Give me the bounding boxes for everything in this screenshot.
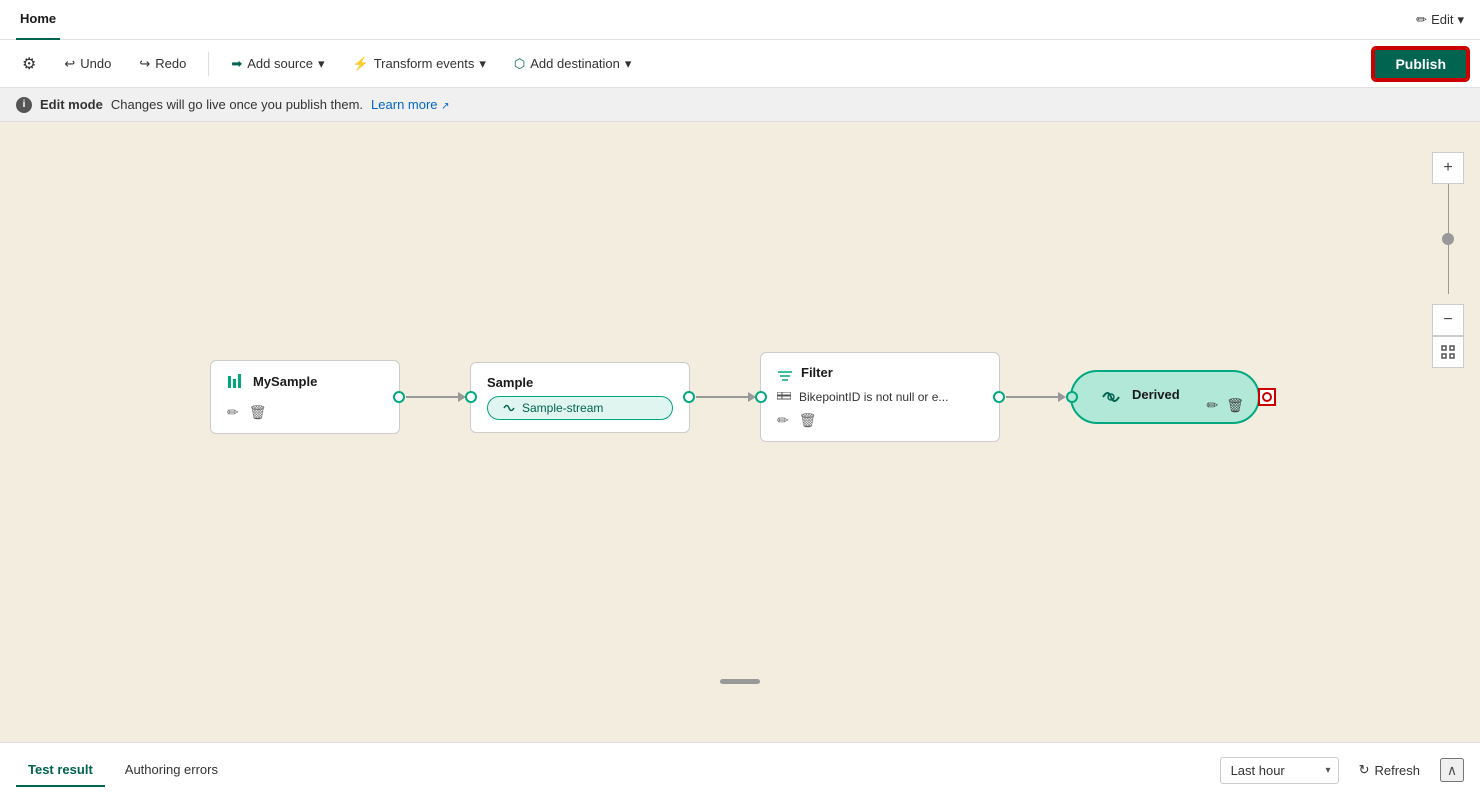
stream-pill: Sample-stream xyxy=(487,396,673,420)
filter-node[interactable]: Filter BikepointID is not null or e... ✏… xyxy=(760,352,1000,442)
filter-title: Filter xyxy=(801,365,833,380)
refresh-button[interactable]: ↻ Refresh xyxy=(1349,757,1430,783)
add-destination-button[interactable]: ⬡ Add destination ▾ xyxy=(504,51,642,77)
filter-edit-icon[interactable]: ✏ xyxy=(777,412,789,429)
sample-node[interactable]: Sample Sample-stream xyxy=(470,362,690,433)
edit-banner: i Edit mode Changes will go live once yo… xyxy=(0,88,1480,122)
derived-output-connector xyxy=(1262,392,1272,402)
add-source-button[interactable]: ➡ Add source ▾ xyxy=(221,51,334,77)
undo-icon: ↩ xyxy=(64,56,75,72)
mysample-edit-icon[interactable]: ✏ xyxy=(227,404,239,421)
mysample-output-connector xyxy=(393,391,405,403)
learn-more-text: Learn more xyxy=(371,97,437,112)
toolbar: ⚙ ↩ Undo ↪ Redo ➡ Add source ▾ ⚡ Transfo… xyxy=(0,40,1480,88)
sample-title: Sample xyxy=(487,375,673,390)
canvas[interactable]: + − xyxy=(0,122,1480,742)
time-select-wrapper: Last hour Last 24 hours Last 7 days ▾ xyxy=(1220,757,1339,784)
transform-chevron-icon: ▾ xyxy=(479,56,486,72)
derived-icon xyxy=(1100,386,1122,408)
publish-button[interactable]: Publish xyxy=(1373,48,1468,80)
external-link-icon: ↗ xyxy=(441,101,449,112)
redo-label: Redo xyxy=(155,56,186,71)
edit-mode-label: Edit mode xyxy=(40,97,103,112)
add-source-label: Add source xyxy=(247,56,313,71)
fit-view-button[interactable] xyxy=(1432,336,1464,368)
undo-label: Undo xyxy=(80,56,111,71)
gear-icon: ⚙ xyxy=(22,54,36,74)
add-destination-label: Add destination xyxy=(530,56,620,71)
info-icon: i xyxy=(16,97,32,113)
filter-icon xyxy=(777,368,793,384)
add-source-chevron-icon: ▾ xyxy=(318,56,325,72)
filter-condition-row: BikepointID is not null or e... xyxy=(777,390,983,404)
add-source-icon: ➡ xyxy=(231,56,242,72)
sample-output-connector xyxy=(683,391,695,403)
bottom-bar: Test result Authoring errors Last hour L… xyxy=(0,742,1480,797)
edit-button[interactable]: ✏ Edit ▾ xyxy=(1416,12,1464,28)
zoom-thumb xyxy=(1442,233,1454,245)
filter-condition: BikepointID is not null or e... xyxy=(799,390,948,404)
bottom-right: Last hour Last 24 hours Last 7 days ▾ ↻ … xyxy=(1220,757,1464,784)
learn-more-link[interactable]: Learn more ↗ xyxy=(371,97,450,112)
transform-events-label: Transform events xyxy=(374,56,475,71)
banner-message: Changes will go live once you publish th… xyxy=(111,97,363,112)
derived-node[interactable]: Derived ✏ 🗑 xyxy=(1070,370,1260,424)
stream-label: Sample-stream xyxy=(522,401,603,415)
arrow3-head xyxy=(1058,392,1066,402)
fit-icon xyxy=(1441,345,1455,359)
filter-input-connector xyxy=(755,391,767,403)
scroll-indicator xyxy=(720,679,760,684)
gear-button[interactable]: ⚙ xyxy=(12,49,46,79)
stream-icon xyxy=(502,401,516,415)
redo-icon: ↪ xyxy=(139,56,150,72)
tab-bar: Home ✏ Edit ▾ xyxy=(0,0,1480,40)
filter-delete-icon[interactable]: 🗑 xyxy=(799,412,817,429)
derived-delete-icon[interactable]: 🗑 xyxy=(1226,397,1244,414)
redo-button[interactable]: ↪ Redo xyxy=(129,51,196,77)
transform-events-button[interactable]: ⚡ Transform events ▾ xyxy=(343,51,496,77)
derived-edit-icon[interactable]: ✏ xyxy=(1206,397,1218,414)
mysample-delete-icon[interactable]: 🗑 xyxy=(249,404,267,421)
refresh-icon: ↻ xyxy=(1359,762,1370,778)
divider1 xyxy=(208,52,209,76)
time-select[interactable]: Last hour Last 24 hours Last 7 days xyxy=(1220,757,1339,784)
filter-output-connector xyxy=(993,391,1005,403)
zoom-slider[interactable] xyxy=(1448,184,1449,304)
tab-home[interactable]: Home xyxy=(16,0,60,40)
zoom-in-button[interactable]: + xyxy=(1432,152,1464,184)
tab-test-result[interactable]: Test result xyxy=(16,754,105,787)
chevron-down-icon: ▾ xyxy=(1457,12,1464,28)
flow-area: MySample ✏ 🗑 Sample Sample-stream xyxy=(210,352,1260,442)
sample-input-connector xyxy=(465,391,477,403)
mysample-node[interactable]: MySample ✏ 🗑 xyxy=(210,360,400,434)
destination-chevron-icon: ▾ xyxy=(625,56,632,72)
undo-button[interactable]: ↩ Undo xyxy=(54,51,121,77)
mysample-title: MySample xyxy=(253,374,317,389)
chevron-up-icon: ∧ xyxy=(1447,762,1457,779)
zoom-controls: + − xyxy=(1432,152,1464,368)
zoom-out-button[interactable]: − xyxy=(1432,304,1464,336)
zoom-track xyxy=(1448,184,1449,294)
derived-title: Derived xyxy=(1132,387,1180,402)
derived-input-connector xyxy=(1066,391,1078,403)
derived-actions: ✏ 🗑 xyxy=(1206,397,1244,414)
refresh-label: Refresh xyxy=(1374,763,1420,778)
derived-output-connector-box[interactable] xyxy=(1258,388,1276,406)
mysample-actions: ✏ 🗑 xyxy=(227,404,383,421)
filter-actions: ✏ 🗑 xyxy=(777,412,983,429)
table-icon xyxy=(777,392,791,402)
add-destination-icon: ⬡ xyxy=(514,56,525,72)
transform-icon: ⚡ xyxy=(353,56,369,72)
collapse-button[interactable]: ∧ xyxy=(1440,758,1464,782)
mysample-icon xyxy=(227,373,245,396)
tab-authoring-errors[interactable]: Authoring errors xyxy=(113,754,230,787)
pencil-icon: ✏ xyxy=(1416,12,1427,28)
edit-label: Edit xyxy=(1431,12,1453,27)
